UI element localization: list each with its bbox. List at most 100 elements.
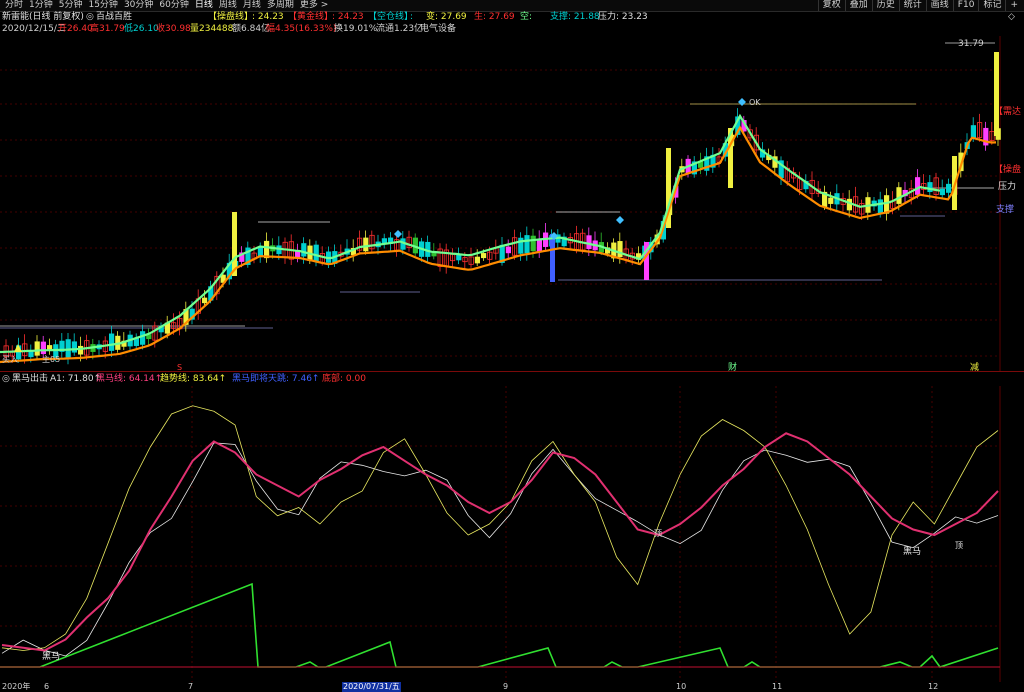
cao-pan-label: 【操盘线】: [208, 12, 254, 22]
toolbar-button[interactable]: +: [1005, 0, 1022, 11]
tab-period[interactable]: 30分钟: [121, 0, 156, 11]
heima-indicator-chart[interactable]: 黑马 黑马 顶 顶: [0, 386, 1024, 682]
axis-date-11: 11: [772, 682, 783, 691]
candle-body: [78, 345, 84, 355]
cao-pan-value: : 24.23: [252, 12, 284, 22]
top-label-2: 顶: [955, 541, 963, 550]
support-value: 支撑: 21.88: [550, 12, 600, 22]
quote-float: 流通1.23亿: [376, 24, 424, 34]
circle-icon: ◎: [2, 374, 10, 384]
signal-diamond: [738, 98, 746, 106]
sheng-value: 生: 27.69: [474, 12, 515, 22]
right-label-caopan: 【操盘: [994, 163, 1021, 175]
candle-body: [363, 237, 369, 252]
candle-body: [480, 253, 487, 259]
right-label-pressure: 压力: [998, 180, 1016, 192]
kong-value: 空:: [520, 12, 533, 22]
bottom-signal-line: [0, 582, 999, 668]
diamond-icon[interactable]: ◇: [1008, 12, 1015, 23]
axis-date-12: 12: [928, 682, 939, 691]
huang-jin-label: 【黄金线】: [288, 12, 334, 22]
signal-diamond: [616, 216, 624, 224]
heima-label-right: 黑马: [903, 546, 921, 557]
indicator-header: 新雷能(日线 前复权) ◎ 百战百胜 【操盘线】 : 24.23 【黄金线】 :…: [0, 12, 1024, 23]
pressure-value: 压力: 23.23: [598, 12, 648, 22]
axis-date-10: 10: [676, 682, 687, 691]
toolbar-button[interactable]: 标记: [978, 0, 1005, 11]
sub-indicator-name[interactable]: 黑马出击: [12, 374, 48, 385]
heima-label-left: 黑马: [42, 651, 60, 662]
candle-body: [34, 341, 40, 356]
toolbar-button[interactable]: 复权: [817, 0, 845, 11]
tab-period[interactable]: 5分钟: [56, 0, 86, 11]
date-axis: 2020年 6 7 2020/07/31/五 9 10 11 12: [0, 682, 1024, 692]
candle-body: [828, 197, 834, 204]
quote-amount: 额6.84亿: [232, 24, 271, 34]
support-lines: [0, 103, 994, 329]
trend-line-value: 趋势线: 83.64↑: [160, 374, 227, 384]
candle-body: [109, 333, 115, 351]
indicator-grid: [0, 386, 1001, 682]
kong-cang-line: [0, 113, 941, 354]
bottom-value: 底部: 0.00: [322, 374, 366, 384]
quote-low: 低26.10: [124, 24, 159, 34]
kline-chart[interactable]: 31.79 【需达 【操盘 压力 支撑 OK 买入 主05 S 财 减: [0, 36, 1024, 372]
quote-volume: 量234488: [190, 24, 234, 34]
axis-date-7: 7: [188, 682, 194, 691]
toolbar-button[interactable]: 画线: [925, 0, 953, 11]
tab-period[interactable]: 分时: [2, 0, 26, 11]
toolbar-button[interactable]: 历史: [871, 0, 899, 11]
ok-label: OK: [749, 98, 761, 107]
quote-range: 幅4.35(16.33%): [266, 24, 337, 34]
tab-period[interactable]: 更多 >: [297, 0, 331, 11]
candle-body: [505, 246, 512, 254]
axis-date-6: 6: [44, 682, 50, 691]
tab-period[interactable]: 60分钟: [156, 0, 191, 11]
quote-date: 2020/12/15/二: [2, 24, 66, 34]
top-label-1: 顶: [654, 529, 662, 538]
circle-icon: ◎: [86, 12, 94, 22]
max-price-label: 31.79: [958, 39, 984, 49]
toolbar-button[interactable]: 统计: [898, 0, 926, 11]
tab-period[interactable]: 日线: [192, 0, 216, 11]
main05-label: 主05: [42, 354, 60, 364]
signal-bar: [232, 212, 237, 276]
tab-period[interactable]: 周线: [216, 0, 240, 11]
indicator-name[interactable]: 百战百胜: [96, 12, 132, 23]
candle-body: [896, 187, 902, 204]
tab-period[interactable]: 15分钟: [85, 0, 120, 11]
quote-turnover: 换19.01%: [334, 24, 378, 34]
right-label-support: 支撑: [996, 203, 1014, 215]
right-label-xuda: 【需达: [994, 105, 1021, 117]
candle-body: [65, 339, 71, 358]
candles: [3, 52, 1001, 365]
candle-body: [946, 183, 952, 193]
candle-body: [40, 341, 47, 355]
tab-period[interactable]: 多周期: [264, 0, 297, 11]
candle-body: [71, 341, 77, 353]
candle-body: [524, 235, 530, 254]
right-toolbar: 复权 叠加 历史 统计 画线 F10 标记 +: [817, 0, 1022, 11]
quote-sector: 电气设备: [420, 24, 457, 34]
tab-period[interactable]: 月线: [240, 0, 264, 11]
bian-value: 变: 27.69: [426, 12, 467, 22]
signal-bar: [994, 52, 999, 136]
toolbar-button[interactable]: F10: [952, 0, 979, 11]
axis-date-year: 2020年: [2, 682, 31, 691]
candle-body: [884, 195, 890, 214]
period-toolbar: 分时 1分钟 5分钟 15分钟 30分钟 60分钟 日线 周线 月线 多周期 更多 > 复权 叠加 历史…: [0, 0, 1024, 12]
signal-bar: [550, 234, 555, 282]
kong-cang-value: :: [410, 12, 414, 22]
candle-body: [301, 243, 307, 257]
candle-body: [474, 256, 481, 264]
buy-label: 买入: [2, 355, 18, 364]
stock-title[interactable]: 新雷能(日线 前复权): [2, 12, 84, 23]
heima-tail-value: 黑马即将天跳: 7.46↑: [232, 374, 320, 384]
cao-pan-line: [0, 125, 997, 364]
panel-divider: [0, 371, 1024, 372]
signal-marks: [14, 98, 746, 352]
axis-date-9: 9: [503, 682, 509, 691]
toolbar-button[interactable]: 叠加: [844, 0, 872, 11]
sub-indicator-header: ◎ 黑马出击 A1: 71.80↑ 黑马线: 64.14↑ 趋势线: 83.64…: [0, 374, 1024, 385]
tab-period[interactable]: 1分钟: [26, 0, 56, 11]
